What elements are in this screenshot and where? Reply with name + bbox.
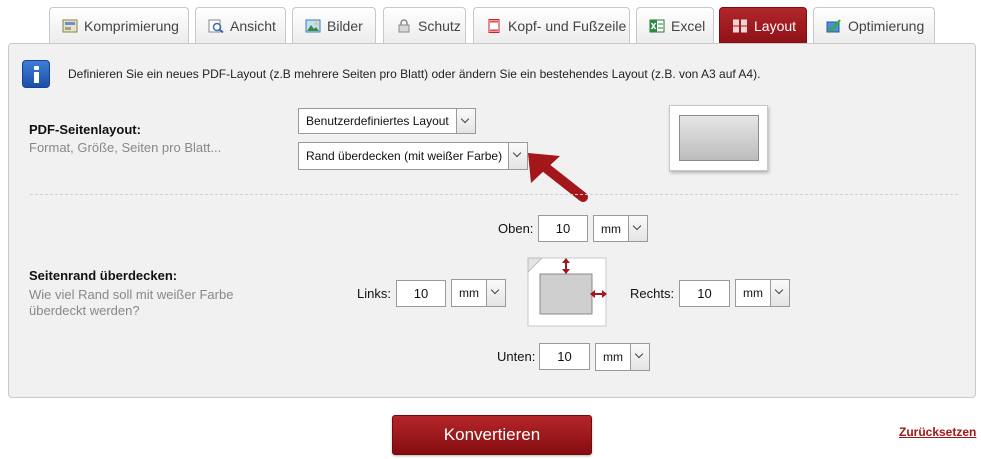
pointer-arrow-icon: [528, 153, 588, 202]
margin-title: Seitenrand überdecken:: [29, 268, 178, 283]
margin-top-unit-select[interactable]: mm: [593, 215, 648, 242]
info-text: Definieren Sie ein neues PDF-Layout (z.B…: [68, 67, 761, 81]
margin-bottom-label: Unten:: [497, 349, 536, 364]
tab-label: Optimierung: [848, 17, 925, 34]
image-icon: [305, 19, 321, 32]
pdf-layout-subtitle: Format, Größe, Seiten pro Blatt...: [29, 140, 222, 155]
tab-label: Kopf- und Fußzeile: [508, 17, 627, 34]
margin-right-unit-select[interactable]: mm: [735, 279, 790, 307]
margin-left-input[interactable]: [396, 280, 446, 307]
tab-ansicht[interactable]: Ansicht: [195, 7, 286, 43]
margin-subtitle: Wie viel Rand soll mit weißer Farbe über…: [29, 287, 234, 318]
margin-illustration: [527, 257, 607, 327]
margin-top-input[interactable]: [538, 215, 588, 242]
tab-excel[interactable]: Excel: [636, 7, 714, 43]
reset-link[interactable]: Zurücksetzen: [899, 425, 976, 439]
tab-bilder[interactable]: Bilder: [292, 7, 376, 43]
unit-value: mm: [459, 286, 479, 300]
tab-label: Schutz: [418, 17, 461, 34]
layout-option-select-value: Rand überdecken (mit weißer Farbe): [306, 149, 503, 163]
pdf-layout-title: PDF-Seitenlayout:: [29, 122, 141, 137]
tab-bar: Komprimierung Ansicht Bilder Schutz Kopf…: [0, 0, 981, 44]
page-preview: [679, 115, 759, 161]
tab-label: Ansicht: [230, 17, 276, 34]
tab-layout[interactable]: Layout: [719, 7, 807, 43]
layout-select-value: Benutzerdefiniertes Layout: [306, 114, 449, 128]
margin-top-label: Oben:: [498, 221, 534, 236]
header-footer-icon: [488, 18, 500, 33]
chevron-down-icon: [628, 216, 647, 241]
tab-komprimierung[interactable]: Komprimierung: [49, 7, 189, 43]
excel-icon: [649, 19, 665, 32]
margin-right-label: Rechts:: [630, 286, 675, 301]
chevron-down-icon: [486, 280, 505, 306]
tab-kopf-fusszeile[interactable]: Kopf- und Fußzeile: [473, 7, 630, 43]
tab-optimierung[interactable]: Optimierung: [813, 7, 935, 43]
layout-panel: [8, 43, 976, 398]
margin-left-unit-select[interactable]: mm: [451, 279, 506, 307]
margin-right-input[interactable]: [679, 280, 730, 307]
margin-bottom-input[interactable]: [539, 343, 590, 370]
margin-bottom-unit-select[interactable]: mm: [595, 343, 650, 371]
view-icon: [208, 19, 224, 33]
chevron-down-icon: [630, 344, 649, 370]
chevron-down-icon: [770, 280, 789, 306]
layout-icon: [733, 19, 747, 32]
layout-option-select[interactable]: Rand überdecken (mit weißer Farbe): [298, 142, 528, 170]
tab-label: Excel: [671, 17, 706, 34]
tab-label: Bilder: [327, 17, 363, 34]
compress-icon: [62, 19, 78, 32]
section-divider: [30, 194, 958, 195]
unit-value: mm: [603, 350, 623, 364]
unit-value: mm: [601, 221, 621, 236]
tab-label: Layout: [754, 17, 797, 34]
info-icon: [22, 60, 50, 88]
tab-label: Komprimierung: [84, 17, 179, 34]
convert-button[interactable]: Konvertieren: [392, 415, 592, 455]
layout-preview-thumbnail: [669, 105, 768, 171]
lock-icon: [398, 18, 410, 32]
tab-schutz[interactable]: Schutz: [383, 7, 466, 43]
optimize-icon: [826, 18, 841, 32]
unit-value: mm: [743, 286, 763, 300]
layout-select[interactable]: Benutzerdefiniertes Layout: [298, 108, 476, 134]
margin-left-label: Links:: [357, 286, 391, 301]
chevron-down-icon: [456, 109, 475, 133]
